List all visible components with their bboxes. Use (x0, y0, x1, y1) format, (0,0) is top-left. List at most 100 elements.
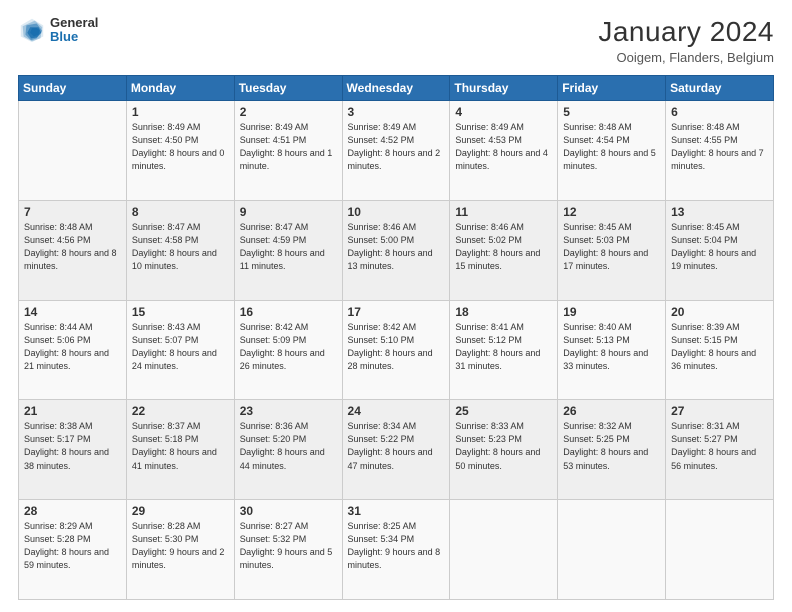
day-number: 27 (671, 404, 768, 418)
day-number: 15 (132, 305, 229, 319)
calendar-cell: 19Sunrise: 8:40 AM Sunset: 5:13 PM Dayli… (558, 300, 666, 400)
day-number: 31 (348, 504, 445, 518)
calendar-cell: 2 Sunrise: 8:49 AM Sunset: 4:51 PM Daylig… (234, 101, 342, 201)
day-number: 16 (240, 305, 337, 319)
day-detail: Sunrise: 8:29 AM Sunset: 5:28 PM Dayligh… (24, 520, 121, 572)
day-number: 8 (132, 205, 229, 219)
day-number: 18 (455, 305, 552, 319)
day-detail: Sunrise: 8:48 AM Sunset: 4:56 PM Dayligh… (24, 221, 121, 273)
day-number: 21 (24, 404, 121, 418)
day-detail: Sunrise: 8:49 AM Sunset: 4:51 PM Dayligh… (240, 121, 337, 173)
calendar-week-row: 7Sunrise: 8:48 AM Sunset: 4:56 PM Daylig… (19, 200, 774, 300)
calendar-cell: 28 Sunrise: 8:29 AM Sunset: 5:28 PM Dayli… (19, 500, 127, 600)
day-number: 19 (563, 305, 660, 319)
calendar-cell: 12 Sunrise: 8:45 AM Sunset: 5:03 PM Dayli… (558, 200, 666, 300)
day-detail: Sunrise: 8:27 AM Sunset: 5:32 PM Dayligh… (240, 520, 337, 572)
subtitle: Ooigem, Flanders, Belgium (598, 50, 774, 65)
day-number: 17 (348, 305, 445, 319)
day-number: 1 (132, 105, 229, 119)
calendar-cell: 22 Sunrise: 8:37 AM Sunset: 5:18 PM Dayli… (126, 400, 234, 500)
day-detail: Sunrise: 8:42 AM Sunset: 5:09 PM Dayligh… (240, 321, 337, 373)
day-detail: Sunrise: 8:38 AM Sunset: 5:17 PM Dayligh… (24, 420, 121, 472)
day-detail: Sunrise: 8:49 AM Sunset: 4:53 PM Dayligh… (455, 121, 552, 173)
logo-blue-text: Blue (50, 30, 98, 44)
day-number: 25 (455, 404, 552, 418)
header: General Blue January 2024 Ooigem, Flande… (18, 16, 774, 65)
day-number: 24 (348, 404, 445, 418)
day-detail: Sunrise: 8:44 AM Sunset: 5:06 PM Dayligh… (24, 321, 121, 373)
logo: General Blue (18, 16, 98, 45)
calendar-cell: 8Sunrise: 8:47 AM Sunset: 4:58 PM Daylig… (126, 200, 234, 300)
day-detail: Sunrise: 8:46 AM Sunset: 5:02 PM Dayligh… (455, 221, 552, 273)
logo-icon (18, 16, 46, 44)
day-detail: Sunrise: 8:48 AM Sunset: 4:55 PM Dayligh… (671, 121, 768, 173)
calendar-cell: 17 Sunrise: 8:42 AM Sunset: 5:10 PM Dayli… (342, 300, 450, 400)
calendar-cell: 30 Sunrise: 8:27 AM Sunset: 5:32 PM Dayli… (234, 500, 342, 600)
calendar-week-row: 1Sunrise: 8:49 AM Sunset: 4:50 PM Daylig… (19, 101, 774, 201)
day-detail: Sunrise: 8:46 AM Sunset: 5:00 PM Dayligh… (348, 221, 445, 273)
calendar-cell (558, 500, 666, 600)
calendar-cell: 5 Sunrise: 8:48 AM Sunset: 4:54 PM Daylig… (558, 101, 666, 201)
day-detail: Sunrise: 8:45 AM Sunset: 5:03 PM Dayligh… (563, 221, 660, 273)
day-detail: Sunrise: 8:28 AM Sunset: 5:30 PM Dayligh… (132, 520, 229, 572)
day-detail: Sunrise: 8:43 AM Sunset: 5:07 PM Dayligh… (132, 321, 229, 373)
day-number: 12 (563, 205, 660, 219)
weekday-header: Monday (126, 76, 234, 101)
calendar-cell (666, 500, 774, 600)
calendar-cell: 1Sunrise: 8:49 AM Sunset: 4:50 PM Daylig… (126, 101, 234, 201)
calendar-cell: 24 Sunrise: 8:34 AM Sunset: 5:22 PM Dayli… (342, 400, 450, 500)
calendar-cell: 15 Sunrise: 8:43 AM Sunset: 5:07 PM Dayli… (126, 300, 234, 400)
weekday-header: Sunday (19, 76, 127, 101)
calendar-week-row: 21 Sunrise: 8:38 AM Sunset: 5:17 PM Dayli… (19, 400, 774, 500)
day-detail: Sunrise: 8:42 AM Sunset: 5:10 PM Dayligh… (348, 321, 445, 373)
calendar-cell (19, 101, 127, 201)
calendar-cell: 7Sunrise: 8:48 AM Sunset: 4:56 PM Daylig… (19, 200, 127, 300)
day-number: 2 (240, 105, 337, 119)
calendar-table: SundayMondayTuesdayWednesdayThursdayFrid… (18, 75, 774, 600)
day-number: 23 (240, 404, 337, 418)
calendar-cell: 18 Sunrise: 8:41 AM Sunset: 5:12 PM Dayli… (450, 300, 558, 400)
day-number: 13 (671, 205, 768, 219)
title-block: January 2024 Ooigem, Flanders, Belgium (598, 16, 774, 65)
day-detail: Sunrise: 8:36 AM Sunset: 5:20 PM Dayligh… (240, 420, 337, 472)
day-number: 9 (240, 205, 337, 219)
calendar-cell: 14Sunrise: 8:44 AM Sunset: 5:06 PM Dayli… (19, 300, 127, 400)
weekday-header: Wednesday (342, 76, 450, 101)
day-number: 29 (132, 504, 229, 518)
day-detail: Sunrise: 8:47 AM Sunset: 4:59 PM Dayligh… (240, 221, 337, 273)
day-number: 22 (132, 404, 229, 418)
day-detail: Sunrise: 8:49 AM Sunset: 4:52 PM Dayligh… (348, 121, 445, 173)
calendar-cell (450, 500, 558, 600)
day-number: 5 (563, 105, 660, 119)
weekday-header: Friday (558, 76, 666, 101)
day-number: 3 (348, 105, 445, 119)
weekday-header: Tuesday (234, 76, 342, 101)
calendar-cell: 11 Sunrise: 8:46 AM Sunset: 5:02 PM Dayli… (450, 200, 558, 300)
day-detail: Sunrise: 8:32 AM Sunset: 5:25 PM Dayligh… (563, 420, 660, 472)
calendar-header-row: SundayMondayTuesdayWednesdayThursdayFrid… (19, 76, 774, 101)
page: General Blue January 2024 Ooigem, Flande… (0, 0, 792, 612)
day-number: 26 (563, 404, 660, 418)
day-number: 6 (671, 105, 768, 119)
day-detail: Sunrise: 8:34 AM Sunset: 5:22 PM Dayligh… (348, 420, 445, 472)
calendar-cell: 25 Sunrise: 8:33 AM Sunset: 5:23 PM Dayli… (450, 400, 558, 500)
calendar-cell: 10 Sunrise: 8:46 AM Sunset: 5:00 PM Dayli… (342, 200, 450, 300)
weekday-header: Thursday (450, 76, 558, 101)
day-detail: Sunrise: 8:48 AM Sunset: 4:54 PM Dayligh… (563, 121, 660, 173)
calendar-cell: 16 Sunrise: 8:42 AM Sunset: 5:09 PM Dayli… (234, 300, 342, 400)
day-number: 10 (348, 205, 445, 219)
main-title: January 2024 (598, 16, 774, 48)
day-number: 30 (240, 504, 337, 518)
day-detail: Sunrise: 8:39 AM Sunset: 5:15 PM Dayligh… (671, 321, 768, 373)
day-detail: Sunrise: 8:45 AM Sunset: 5:04 PM Dayligh… (671, 221, 768, 273)
day-number: 20 (671, 305, 768, 319)
calendar-cell: 29 Sunrise: 8:28 AM Sunset: 5:30 PM Dayli… (126, 500, 234, 600)
day-number: 28 (24, 504, 121, 518)
calendar-cell: 20 Sunrise: 8:39 AM Sunset: 5:15 PM Dayli… (666, 300, 774, 400)
day-detail: Sunrise: 8:33 AM Sunset: 5:23 PM Dayligh… (455, 420, 552, 472)
calendar-week-row: 28 Sunrise: 8:29 AM Sunset: 5:28 PM Dayli… (19, 500, 774, 600)
day-number: 11 (455, 205, 552, 219)
day-detail: Sunrise: 8:37 AM Sunset: 5:18 PM Dayligh… (132, 420, 229, 472)
day-detail: Sunrise: 8:41 AM Sunset: 5:12 PM Dayligh… (455, 321, 552, 373)
calendar-cell: 21 Sunrise: 8:38 AM Sunset: 5:17 PM Dayli… (19, 400, 127, 500)
